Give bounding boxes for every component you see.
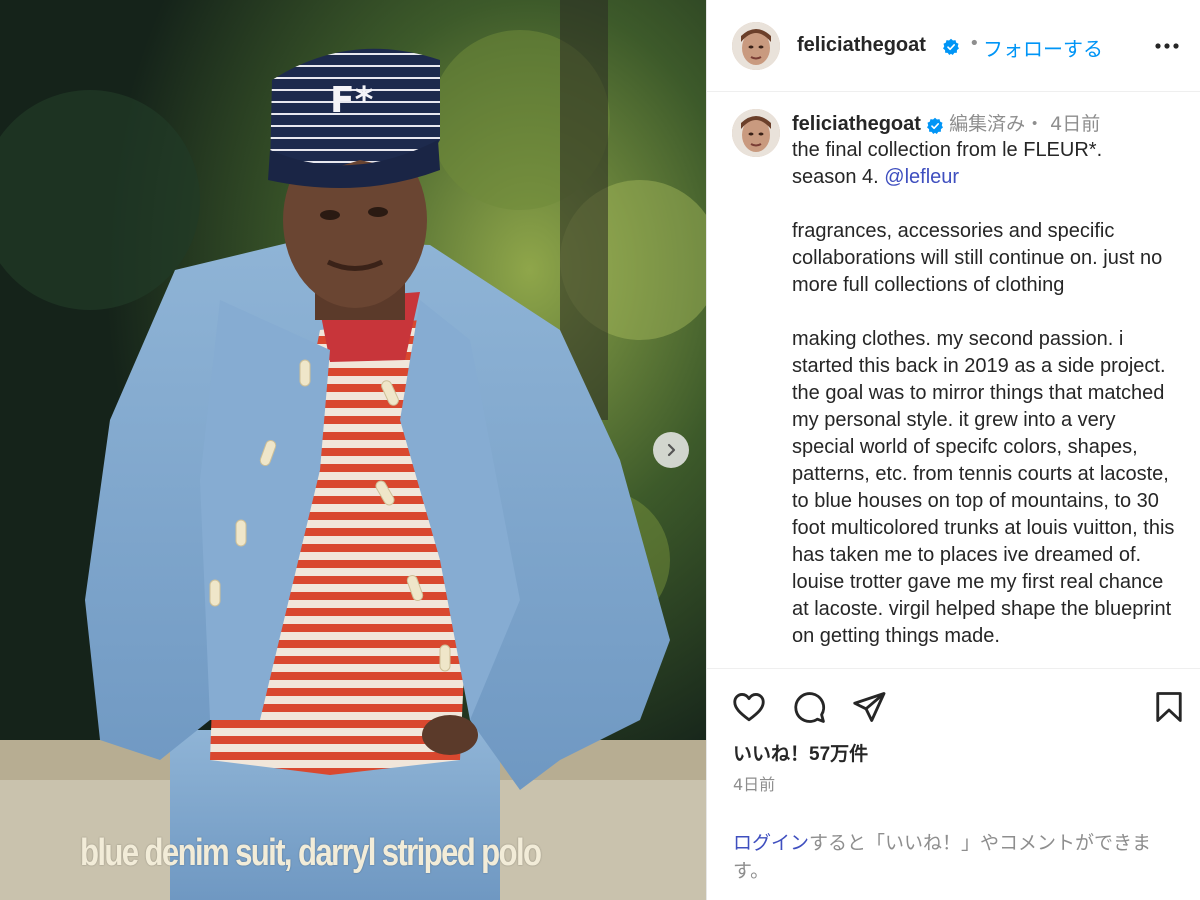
post-photo: F* bbox=[0, 0, 706, 900]
bookmark-icon bbox=[1156, 692, 1182, 722]
mention-link[interactable]: @lefleur bbox=[884, 166, 959, 188]
share-button[interactable] bbox=[851, 689, 887, 725]
caption-text: the final collection from le FLEUR*. sea… bbox=[792, 137, 1182, 667]
caption-line-1: the final collection from le FLEUR*. bbox=[792, 139, 1103, 161]
verified-badge-icon bbox=[943, 38, 959, 55]
verified-badge-icon bbox=[927, 117, 943, 134]
caption-line-2: season 4. bbox=[792, 166, 885, 188]
next-image-button[interactable] bbox=[653, 432, 689, 468]
photo-caption: blue denim suit, darryl striped polo bbox=[80, 832, 542, 874]
post-date: 4日前 bbox=[733, 775, 776, 794]
post-side-panel: feliciathegoat • フォローする feliciathegoat 編… bbox=[706, 0, 1200, 900]
separator-dot: • bbox=[969, 33, 980, 54]
follow-button[interactable]: フォローする bbox=[983, 33, 1103, 62]
caption-header: feliciathegoat 編集済み・ 4日前 bbox=[792, 109, 1100, 136]
post-actions: いいね！57万件 4日前 ログインすると「いいね！」やコメントができます。 bbox=[707, 668, 1200, 900]
comment-icon bbox=[794, 692, 826, 723]
post-caption-area: feliciathegoat 編集済み・ 4日前 the final colle… bbox=[707, 93, 1200, 667]
chevron-right-icon bbox=[667, 443, 676, 457]
post-media: F* blue denim suit, darryl striped polo bbox=[0, 0, 706, 900]
caption-username[interactable]: feliciathegoat bbox=[792, 113, 921, 135]
post-header: feliciathegoat • フォローする bbox=[707, 0, 1200, 92]
likes-count[interactable]: いいね！57万件 bbox=[733, 739, 868, 766]
caption-paragraph-1: the final collection from le FLEUR*. sea… bbox=[792, 137, 1182, 191]
more-horizontal-icon bbox=[1155, 43, 1179, 49]
login-prompt: ログインすると「いいね！」やコメントができます。 bbox=[733, 829, 1183, 885]
caption-meta: 編集済み・ 4日前 bbox=[949, 113, 1101, 135]
more-options-button[interactable] bbox=[1153, 34, 1181, 58]
heart-icon bbox=[733, 692, 765, 722]
svg-text:F*: F* bbox=[330, 80, 374, 121]
comment-button[interactable] bbox=[791, 689, 827, 725]
save-button[interactable] bbox=[1151, 689, 1187, 725]
login-link[interactable]: ログイン bbox=[733, 832, 809, 854]
avatar-image bbox=[732, 109, 780, 157]
share-icon bbox=[853, 692, 886, 722]
avatar-image bbox=[732, 22, 780, 70]
avatar[interactable] bbox=[732, 22, 780, 70]
like-button[interactable] bbox=[731, 689, 767, 725]
header-username[interactable]: feliciathegoat bbox=[797, 34, 926, 57]
avatar[interactable] bbox=[732, 109, 780, 157]
caption-paragraph-3: making clothes. my second passion. i sta… bbox=[792, 328, 1175, 647]
caption-paragraph-2: fragrances, accessories and specific col… bbox=[792, 220, 1163, 296]
